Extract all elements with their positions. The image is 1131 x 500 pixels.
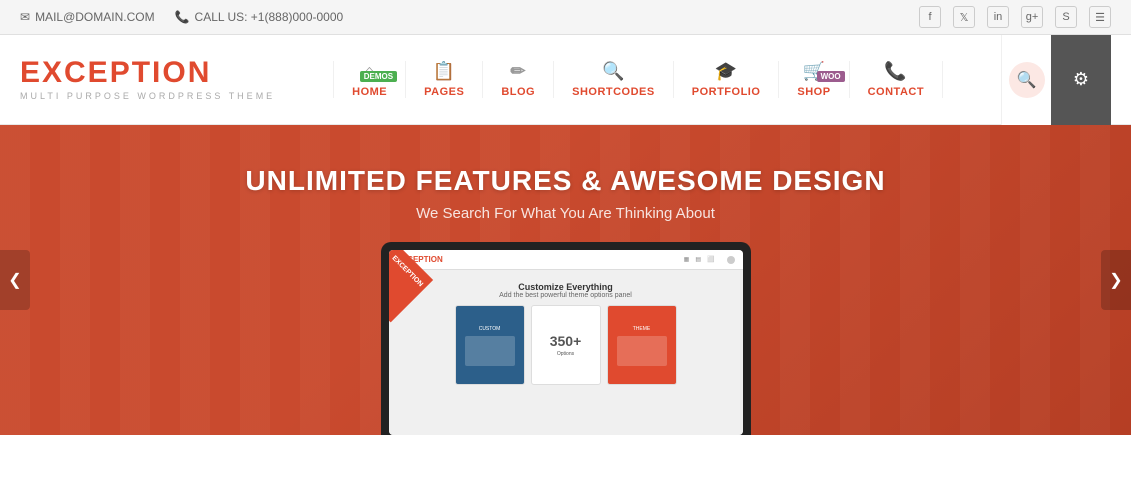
screen-card-theme: THEME: [607, 305, 677, 385]
screen-nav-item2: ▤: [695, 256, 701, 263]
contact-icon: 📞: [884, 61, 907, 82]
nav-item-blog[interactable]: ✏ BLOG: [483, 61, 554, 98]
settings-icon: ⚙: [1073, 69, 1089, 90]
pages-icon: 📋: [433, 61, 456, 82]
monitor-mockup: EXCEPTION EXCEPTION ▦ ▤ ⬜ Customize Ever…: [381, 242, 751, 435]
nav-label-pages: PAGES: [424, 86, 464, 98]
screen-card-count: 350+ Options: [531, 305, 601, 385]
nav-item-portfolio[interactable]: 🎓 PORTFOLIO: [674, 61, 780, 98]
hero-title: UNLIMITED FEATURES & AWESOME DESIGN: [245, 165, 885, 197]
header: EXCEPTION MULTI PURPOSE WORDPRESS THEME …: [0, 35, 1131, 125]
monitor-screen: EXCEPTION EXCEPTION ▦ ▤ ⬜ Customize Ever…: [389, 250, 743, 435]
screen-nav-item: ▦: [684, 256, 690, 263]
nav-label-home: HOME: [352, 86, 387, 98]
monitor-body: EXCEPTION EXCEPTION ▦ ▤ ⬜ Customize Ever…: [381, 242, 751, 435]
settings-button[interactable]: ⚙: [1051, 35, 1111, 125]
card-count-num: 350+: [550, 333, 582, 349]
nav-label-shop: SHOP: [797, 86, 830, 98]
nav-item-shortcodes[interactable]: 🔍 SHORTCODES: [554, 61, 674, 98]
social-links: f 𝕏 in g+ S ☰: [919, 6, 1111, 28]
twitter-icon[interactable]: 𝕏: [953, 6, 975, 28]
demos-badge: DEMOS: [360, 71, 397, 82]
screen-title-area: Customize Everything Add the best powerf…: [389, 270, 743, 305]
phone-text: CALL US: +1(888)000-0000: [195, 10, 344, 24]
main-nav: ⌂ HOME DEMOS 📋 PAGES ✏ BLOG 🔍 SHORTCODES…: [275, 61, 1001, 98]
logo-title: EXCEPTION: [20, 58, 275, 88]
logo: EXCEPTION MULTI PURPOSE WORDPRESS THEME: [20, 58, 275, 101]
hero-section: ❮ UNLIMITED FEATURES & AWESOME DESIGN We…: [0, 125, 1131, 435]
header-actions: 🔍 ⚙: [1001, 35, 1111, 125]
phone-icon: 📞: [175, 10, 190, 24]
nav-item-contact[interactable]: 📞 CONTACT: [850, 61, 943, 98]
facebook-icon[interactable]: f: [919, 6, 941, 28]
topbar-left: ✉ MAIL@DOMAIN.COM 📞 CALL US: +1(888)000-…: [20, 10, 343, 24]
nav-label-blog: BLOG: [501, 86, 535, 98]
hero-content: UNLIMITED FEATURES & AWESOME DESIGN We S…: [245, 165, 885, 222]
screen-card-custom: CUSTOM: [455, 305, 525, 385]
screen-header: EXCEPTION ▦ ▤ ⬜: [389, 250, 743, 270]
screen-nav: ▦ ▤ ⬜: [684, 256, 715, 263]
prev-arrow[interactable]: ❮: [0, 250, 30, 310]
nav-item-shop[interactable]: 🛒 SHOP WOO: [779, 61, 849, 98]
search-icon: 🔍: [1017, 70, 1037, 90]
card-theme-label: THEME: [633, 326, 651, 332]
prev-arrow-icon: ❮: [8, 270, 21, 290]
linkedin-icon[interactable]: in: [987, 6, 1009, 28]
skype-icon[interactable]: S: [1055, 6, 1077, 28]
next-arrow-icon: ❯: [1109, 270, 1122, 290]
logo-subtitle: MULTI PURPOSE WORDPRESS THEME: [20, 91, 275, 101]
nav-item-home[interactable]: ⌂ HOME DEMOS: [333, 61, 406, 98]
screen-body: Customize Everything Add the best powerf…: [389, 270, 743, 435]
email-contact: ✉ MAIL@DOMAIN.COM: [20, 10, 155, 24]
next-arrow[interactable]: ❯: [1101, 250, 1131, 310]
search-circle: 🔍: [1009, 62, 1045, 98]
card-count-label: Options: [557, 351, 574, 357]
screen-title: Customize Everything: [389, 282, 743, 292]
phone-contact: 📞 CALL US: +1(888)000-0000: [175, 10, 344, 24]
screen-nav-item3: ⬜: [707, 256, 714, 263]
rss-icon[interactable]: ☰: [1089, 6, 1111, 28]
woo-badge: WOO: [817, 71, 845, 82]
hero-subtitle: We Search For What You Are Thinking Abou…: [245, 205, 885, 222]
portfolio-icon: 🎓: [715, 61, 738, 82]
blog-icon: ✏: [510, 61, 526, 82]
nav-item-pages[interactable]: 📋 PAGES: [406, 61, 483, 98]
nav-label-portfolio: PORTFOLIO: [692, 86, 761, 98]
screen-close-btn: [727, 256, 735, 264]
email-text: MAIL@DOMAIN.COM: [35, 10, 155, 24]
googleplus-icon[interactable]: g+: [1021, 6, 1043, 28]
card-custom-label: CUSTOM: [479, 326, 501, 332]
topbar: ✉ MAIL@DOMAIN.COM 📞 CALL US: +1(888)000-…: [0, 0, 1131, 35]
email-icon: ✉: [20, 10, 30, 24]
screen-cards: CUSTOM 350+ Options THEME: [389, 305, 743, 385]
nav-label-contact: CONTACT: [868, 86, 924, 98]
nav-label-shortcodes: SHORTCODES: [572, 86, 655, 98]
screen-subtitle: Add the best powerful theme options pane…: [389, 292, 743, 299]
shortcodes-icon: 🔍: [602, 61, 625, 82]
search-button[interactable]: 🔍: [1001, 35, 1051, 125]
